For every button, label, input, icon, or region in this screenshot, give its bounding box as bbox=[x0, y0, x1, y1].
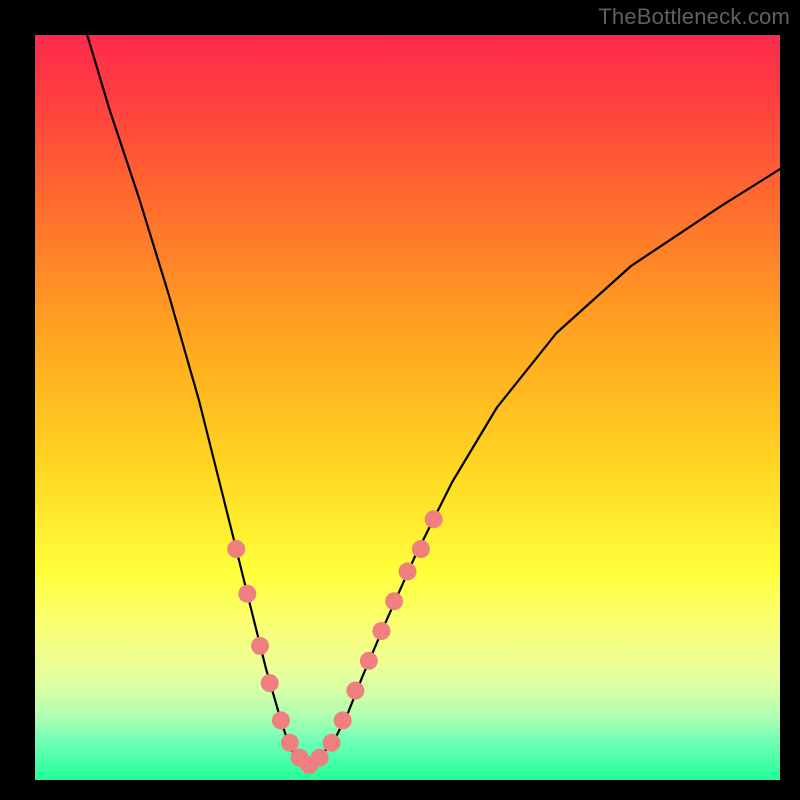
highlight-bead bbox=[360, 652, 378, 670]
highlight-bead bbox=[412, 540, 430, 558]
highlight-bead bbox=[346, 682, 364, 700]
highlight-bead bbox=[311, 749, 329, 767]
highlight-bead bbox=[227, 540, 245, 558]
highlight-bead bbox=[372, 622, 390, 640]
highlight-bead bbox=[334, 711, 352, 729]
highlight-bead bbox=[251, 637, 269, 655]
highlight-bead bbox=[425, 510, 443, 528]
highlight-bead bbox=[281, 734, 299, 752]
chart-frame: TheBottleneck.com bbox=[0, 0, 800, 800]
highlight-bead bbox=[261, 674, 279, 692]
highlight-beads bbox=[227, 510, 442, 774]
watermark-text: TheBottleneck.com bbox=[598, 4, 790, 30]
highlight-bead bbox=[385, 592, 403, 610]
plot-svg bbox=[35, 35, 780, 780]
highlight-bead bbox=[272, 711, 290, 729]
plot-area bbox=[35, 35, 780, 780]
bottleneck-curve bbox=[87, 35, 780, 765]
highlight-bead bbox=[238, 585, 256, 603]
highlight-bead bbox=[399, 562, 417, 580]
highlight-bead bbox=[323, 734, 341, 752]
